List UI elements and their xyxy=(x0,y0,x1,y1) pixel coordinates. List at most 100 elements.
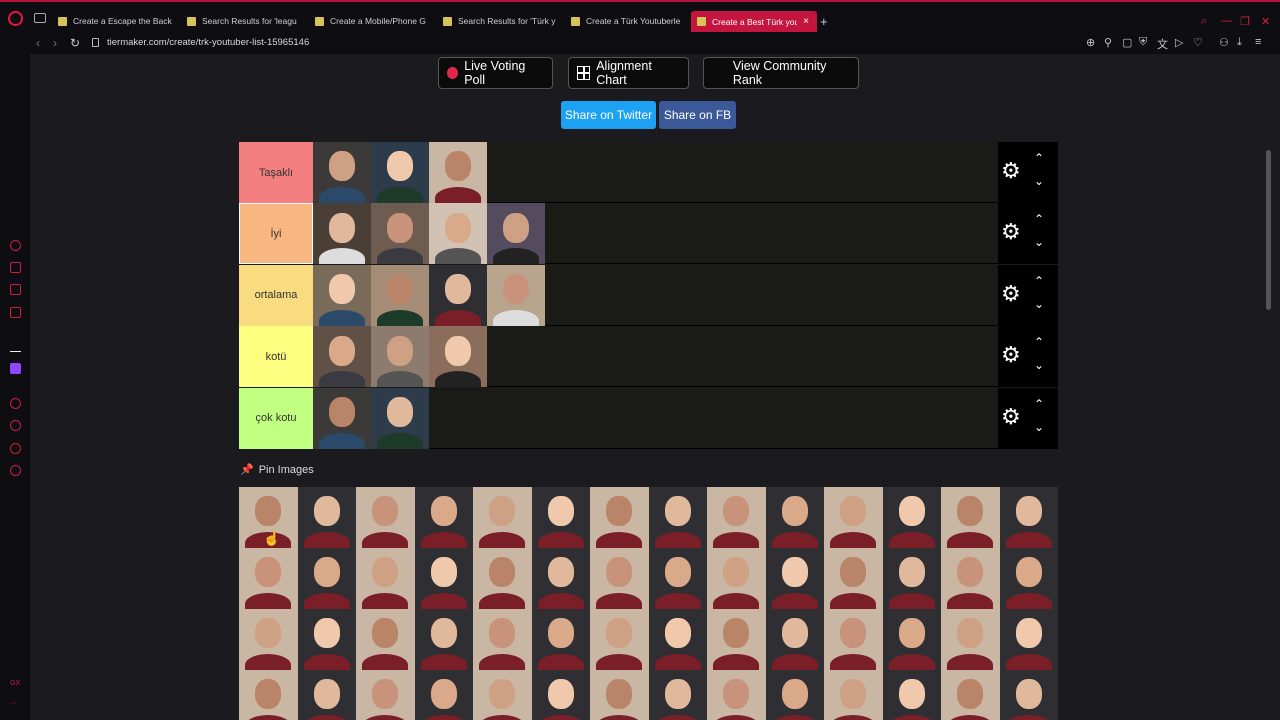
youtuber-image[interactable] xyxy=(531,609,590,670)
youtuber-image[interactable] xyxy=(313,326,371,388)
browser-tab[interactable]: Create a Mobile/Phone G xyxy=(315,11,433,31)
vk-icon[interactable] xyxy=(10,307,21,318)
youtuber-image[interactable] xyxy=(429,326,487,388)
menu-icon[interactable]: ≡ xyxy=(1255,36,1261,48)
youtuber-image[interactable] xyxy=(297,487,356,548)
youtuber-image[interactable] xyxy=(648,487,707,548)
back-icon[interactable]: ‹ xyxy=(36,36,40,50)
browser-tab[interactable]: Create a Escape the Back xyxy=(58,11,176,31)
youtuber-image[interactable] xyxy=(648,670,707,720)
instagram-icon[interactable] xyxy=(10,284,21,295)
move-down-icon[interactable]: ⌄ xyxy=(1034,174,1044,188)
move-up-icon[interactable]: ⌃ xyxy=(1034,212,1044,226)
move-up-icon[interactable]: ⌃ xyxy=(1034,397,1044,411)
youtuber-image[interactable] xyxy=(707,609,766,670)
youtuber-image[interactable] xyxy=(356,609,415,670)
youtuber-image[interactable] xyxy=(371,387,429,449)
tier-label[interactable]: kotü xyxy=(239,326,313,388)
snapshot-icon[interactable]: ▢ xyxy=(1122,36,1132,49)
workspaces-icon[interactable] xyxy=(34,13,46,23)
youtuber-image[interactable] xyxy=(297,548,356,609)
pin-images-toggle[interactable]: 📌 Pin Images xyxy=(240,463,314,477)
youtuber-image[interactable] xyxy=(473,609,532,670)
youtuber-image[interactable] xyxy=(590,670,649,720)
youtuber-image[interactable] xyxy=(882,487,941,548)
youtuber-image[interactable] xyxy=(941,548,1000,609)
browser-tab[interactable]: Search Results for 'Türk y xyxy=(443,11,561,31)
youtuber-image[interactable] xyxy=(313,203,371,265)
youtuber-image[interactable] xyxy=(239,548,298,609)
youtuber-image[interactable] xyxy=(429,203,487,265)
twitch-icon[interactable] xyxy=(10,363,21,374)
more-icon[interactable]: ··· xyxy=(10,700,17,707)
youtuber-image[interactable] xyxy=(371,326,429,388)
view-community-rank-button[interactable]: View Community Rank xyxy=(703,57,859,89)
youtuber-image[interactable] xyxy=(473,548,532,609)
gear-icon[interactable]: ⚙ xyxy=(1001,160,1021,182)
youtuber-image[interactable] xyxy=(648,609,707,670)
forward-icon[interactable]: › xyxy=(53,36,57,50)
youtuber-image[interactable] xyxy=(473,670,532,720)
move-up-icon[interactable]: ⌃ xyxy=(1034,335,1044,349)
youtuber-image[interactable] xyxy=(765,487,824,548)
youtuber-image[interactable] xyxy=(707,487,766,548)
youtuber-image[interactable] xyxy=(824,487,883,548)
youtuber-image[interactable] xyxy=(590,609,649,670)
youtuber-image[interactable] xyxy=(371,264,429,326)
url-field[interactable]: tiermaker.com/create/trk-youtuber-list-1… xyxy=(107,37,309,48)
adblock-icon[interactable]: ⛨ xyxy=(1139,36,1147,49)
youtuber-image[interactable] xyxy=(356,670,415,720)
youtuber-image[interactable] xyxy=(239,609,298,670)
youtuber-image[interactable] xyxy=(313,264,371,326)
youtuber-image[interactable] xyxy=(297,609,356,670)
youtuber-image[interactable] xyxy=(429,142,487,203)
youtuber-image[interactable] xyxy=(414,487,473,548)
youtuber-image[interactable] xyxy=(487,264,545,326)
youtuber-image[interactable] xyxy=(590,487,649,548)
youtuber-image[interactable] xyxy=(414,609,473,670)
youtuber-image[interactable] xyxy=(531,548,590,609)
settings-icon[interactable] xyxy=(10,465,21,476)
maximize-icon[interactable]: ❐ xyxy=(1240,15,1250,28)
minimize-icon[interactable]: — xyxy=(1221,15,1232,27)
gear-icon[interactable]: ⚙ xyxy=(1001,405,1021,428)
move-down-icon[interactable]: ⌄ xyxy=(1034,358,1044,372)
move-down-icon[interactable]: ⌄ xyxy=(1034,420,1044,434)
youtuber-image[interactable] xyxy=(999,670,1058,720)
youtuber-image[interactable] xyxy=(590,548,649,609)
tier-label[interactable]: İyi xyxy=(239,203,313,265)
youtuber-image[interactable] xyxy=(487,203,545,265)
notes-icon[interactable] xyxy=(10,443,21,454)
youtuber-image[interactable] xyxy=(313,387,371,449)
move-down-icon[interactable]: ⌄ xyxy=(1034,235,1044,249)
move-down-icon[interactable]: ⌄ xyxy=(1034,297,1044,311)
aria-icon[interactable] xyxy=(10,240,21,251)
scrollbar[interactable] xyxy=(1266,150,1271,310)
browser-tab[interactable]: Search Results for 'leagu xyxy=(187,11,305,31)
youtuber-image[interactable] xyxy=(941,670,1000,720)
youtuber-image[interactable] xyxy=(356,548,415,609)
youtuber-image[interactable] xyxy=(531,670,590,720)
youtuber-image[interactable] xyxy=(531,487,590,548)
youtuber-image[interactable] xyxy=(707,670,766,720)
youtuber-image[interactable] xyxy=(824,548,883,609)
pin-icon[interactable]: ⚲ xyxy=(1104,36,1112,49)
youtuber-image[interactable] xyxy=(999,548,1058,609)
youtuber-image[interactable] xyxy=(356,487,415,548)
reload-icon[interactable]: ↻ xyxy=(70,36,80,50)
tier-label[interactable]: Taşaklı xyxy=(239,142,313,203)
youtuber-image[interactable] xyxy=(882,548,941,609)
youtuber-image[interactable] xyxy=(648,548,707,609)
search-tabs-icon[interactable]: ⌕ xyxy=(1201,15,1207,28)
share-twitter-button[interactable]: Share on Twitter xyxy=(561,101,656,129)
youtuber-image[interactable] xyxy=(999,609,1058,670)
youtuber-image[interactable] xyxy=(371,203,429,265)
profile-icon[interactable]: ⚇ xyxy=(1219,36,1229,49)
gear-icon[interactable]: ⚙ xyxy=(1001,221,1021,243)
gx-icon[interactable]: GX xyxy=(10,680,20,687)
share-fb-button[interactable]: Share on FB xyxy=(659,101,736,129)
tier-label[interactable]: çok kotu xyxy=(239,387,313,449)
youtuber-image[interactable] xyxy=(239,670,298,720)
youtuber-image[interactable] xyxy=(297,670,356,720)
youtuber-image[interactable] xyxy=(414,548,473,609)
